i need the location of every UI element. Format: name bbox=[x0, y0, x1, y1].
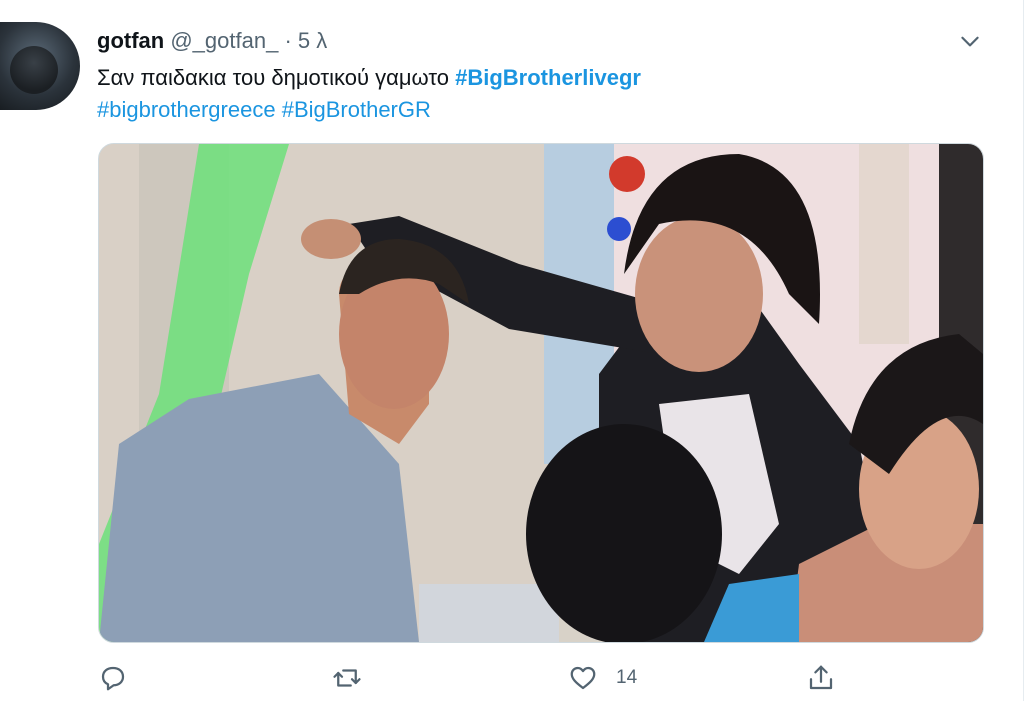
more-options-button[interactable] bbox=[957, 28, 983, 54]
chevron-down-icon bbox=[961, 36, 979, 47]
tweet[interactable]: gotfan @_gotfan_ · 5 λ Σαν παιδακια του … bbox=[0, 0, 1024, 701]
tweet-header: gotfan @_gotfan_ · 5 λ bbox=[97, 27, 327, 55]
hashtag-link[interactable]: #BigBrotherGR bbox=[282, 97, 431, 122]
media-photo bbox=[99, 144, 983, 642]
tweet-actions: 14 bbox=[98, 660, 858, 696]
share-icon bbox=[809, 665, 833, 690]
like-count: 14 bbox=[616, 667, 638, 688]
separator-dot: · bbox=[284, 28, 292, 53]
retweet-button[interactable] bbox=[332, 660, 380, 696]
reply-button[interactable] bbox=[98, 660, 146, 696]
user-handle[interactable]: @_gotfan_ bbox=[170, 28, 278, 53]
hashtag-link[interactable]: #BigBrotherlivegr bbox=[455, 65, 641, 90]
avatar-image bbox=[10, 46, 58, 94]
share-button[interactable] bbox=[806, 660, 836, 696]
timestamp[interactable]: 5 λ bbox=[298, 28, 327, 53]
heart-icon bbox=[570, 666, 596, 690]
reply-icon bbox=[101, 666, 125, 691]
avatar[interactable] bbox=[0, 22, 80, 110]
tweet-text-content: Σαν παιδακια του δημοτικού γαμωτο bbox=[97, 65, 449, 90]
tweet-text: Σαν παιδακια του δημοτικού γαμωτο #BigBr… bbox=[97, 62, 957, 126]
display-name[interactable]: gotfan bbox=[97, 28, 164, 53]
hashtag-link[interactable]: #bigbrothergreece bbox=[97, 97, 276, 122]
tweet-media[interactable] bbox=[98, 143, 984, 643]
retweet-icon bbox=[333, 669, 361, 687]
like-button[interactable]: 14 bbox=[568, 660, 637, 696]
